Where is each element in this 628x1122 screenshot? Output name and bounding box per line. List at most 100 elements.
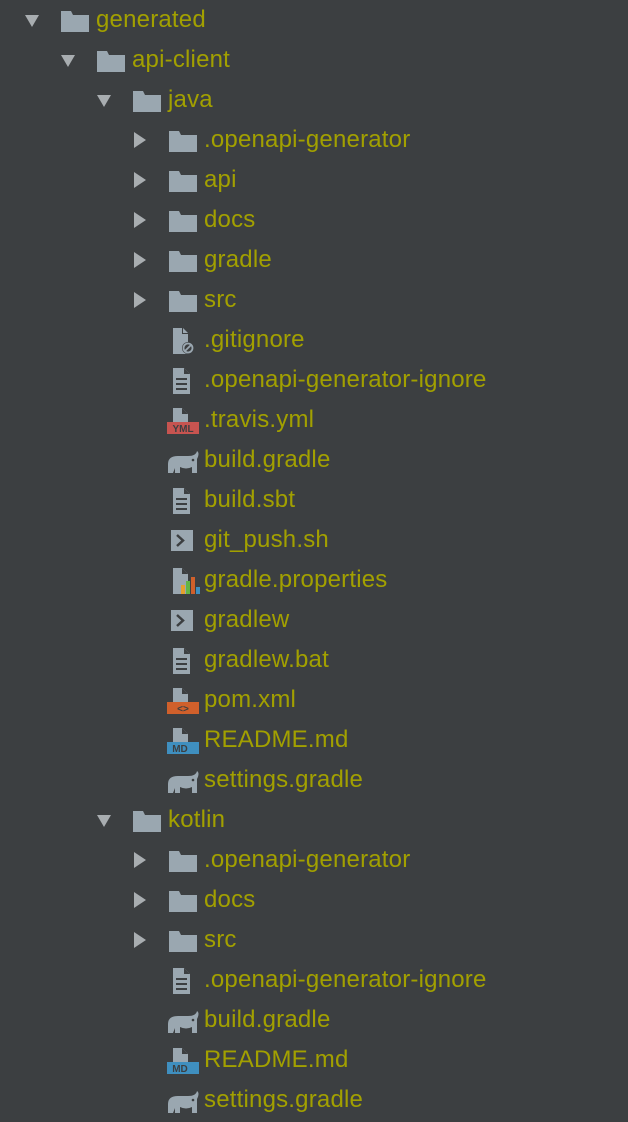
- markdown-file-icon: MD: [166, 1047, 199, 1075]
- gradle-elephant-icon: [166, 767, 199, 795]
- gradle-elephant-icon: [166, 1007, 199, 1035]
- folder-icon: [96, 47, 126, 75]
- folder-icon: [168, 847, 198, 875]
- tree-label: gradlew: [204, 606, 290, 633]
- yml-badge-text: YML: [172, 424, 193, 435]
- tree-label: docs: [204, 206, 256, 233]
- tree-label: build.sbt: [204, 486, 296, 513]
- markdown-file-icon: MD: [166, 727, 199, 755]
- tree-node-file[interactable]: YML .travis.yml: [0, 400, 628, 440]
- collapsed-arrow-icon[interactable]: [130, 890, 150, 910]
- tree-label: src: [204, 926, 237, 953]
- tree-node-folder[interactable]: .openapi-generator: [0, 840, 628, 880]
- collapsed-arrow-icon[interactable]: [130, 170, 150, 190]
- tree-node-file[interactable]: build.gradle: [0, 440, 628, 480]
- folder-icon: [168, 127, 198, 155]
- expanded-arrow-icon[interactable]: [22, 10, 42, 30]
- tree-label: .gitignore: [204, 326, 305, 353]
- tree-label: .openapi-generator: [204, 846, 411, 873]
- text-file-icon: [168, 647, 198, 675]
- collapsed-arrow-icon[interactable]: [130, 130, 150, 150]
- folder-icon: [168, 207, 198, 235]
- tree-label: .openapi-generator-ignore: [204, 966, 487, 993]
- collapsed-arrow-icon[interactable]: [130, 930, 150, 950]
- expanded-arrow-icon[interactable]: [94, 90, 114, 110]
- tree-label: src: [204, 286, 237, 313]
- tree-node-file[interactable]: <> pom.xml: [0, 680, 628, 720]
- folder-icon: [168, 927, 198, 955]
- tree-node-file[interactable]: MD README.md: [0, 1040, 628, 1080]
- gradle-elephant-icon: [166, 1087, 199, 1115]
- folder-icon: [132, 87, 162, 115]
- gitignore-file-icon: [168, 327, 198, 355]
- tree-node-file[interactable]: build.sbt: [0, 480, 628, 520]
- tree-node-java[interactable]: java: [0, 80, 628, 120]
- tree-node-folder[interactable]: docs: [0, 880, 628, 920]
- tree-node-folder[interactable]: src: [0, 280, 628, 320]
- tree-node-file[interactable]: .gitignore: [0, 320, 628, 360]
- tree-node-file[interactable]: .openapi-generator-ignore: [0, 360, 628, 400]
- tree-label: api-client: [132, 46, 231, 73]
- md-badge-text: MD: [172, 744, 188, 755]
- properties-file-icon: [168, 567, 200, 595]
- tree-label: generated: [96, 6, 206, 33]
- collapsed-arrow-icon[interactable]: [130, 290, 150, 310]
- expanded-arrow-icon[interactable]: [94, 810, 114, 830]
- folder-icon: [132, 807, 162, 835]
- tree-node-file[interactable]: settings.gradle: [0, 760, 628, 800]
- tree-node-file[interactable]: gradlew: [0, 600, 628, 640]
- project-tree: generated api-client java .openapi-gener…: [0, 0, 628, 1122]
- tree-label: settings.gradle: [204, 766, 364, 793]
- tree-node-api-client[interactable]: api-client: [0, 40, 628, 80]
- tree-label: kotlin: [168, 806, 226, 833]
- tree-label: .openapi-generator-ignore: [204, 366, 487, 393]
- collapsed-arrow-icon[interactable]: [130, 850, 150, 870]
- tree-node-kotlin[interactable]: kotlin: [0, 800, 628, 840]
- tree-label: git_push.sh: [204, 526, 329, 553]
- folder-icon: [60, 7, 90, 35]
- tree-node-folder[interactable]: .openapi-generator: [0, 120, 628, 160]
- tree-node-folder[interactable]: docs: [0, 200, 628, 240]
- folder-icon: [168, 167, 198, 195]
- folder-icon: [168, 247, 198, 275]
- shell-script-icon: [168, 607, 198, 635]
- tree-node-folder[interactable]: src: [0, 920, 628, 960]
- tree-node-file[interactable]: settings.gradle: [0, 1080, 628, 1120]
- tree-label: api: [204, 166, 237, 193]
- tree-node-file[interactable]: gradle.properties: [0, 560, 628, 600]
- shell-script-icon: [168, 527, 198, 555]
- tree-node-generated[interactable]: generated: [0, 0, 628, 40]
- text-file-icon: [168, 967, 198, 995]
- tree-label: build.gradle: [204, 1006, 331, 1033]
- tree-label: gradle: [204, 246, 272, 273]
- text-file-icon: [168, 367, 198, 395]
- tree-label: README.md: [204, 726, 349, 753]
- text-file-icon: [168, 487, 198, 515]
- tree-label: README.md: [204, 1046, 349, 1073]
- gradle-elephant-icon: [166, 447, 199, 475]
- tree-label: docs: [204, 886, 256, 913]
- folder-icon: [168, 287, 198, 315]
- tree-node-folder[interactable]: gradle: [0, 240, 628, 280]
- tree-node-file[interactable]: .openapi-generator-ignore: [0, 960, 628, 1000]
- tree-node-file[interactable]: gradlew.bat: [0, 640, 628, 680]
- tree-label: settings.gradle: [204, 1086, 364, 1113]
- tree-node-file[interactable]: git_push.sh: [0, 520, 628, 560]
- tree-label: gradle.properties: [204, 566, 388, 593]
- collapsed-arrow-icon[interactable]: [130, 250, 150, 270]
- md-badge-text: MD: [172, 1064, 188, 1075]
- tree-node-file[interactable]: MD README.md: [0, 720, 628, 760]
- yaml-file-icon: YML: [166, 407, 199, 435]
- expanded-arrow-icon[interactable]: [58, 50, 78, 70]
- tree-label: gradlew.bat: [204, 646, 329, 673]
- folder-icon: [168, 887, 198, 915]
- collapsed-arrow-icon[interactable]: [130, 210, 150, 230]
- tree-label: .openapi-generator: [204, 126, 411, 153]
- tree-label: pom.xml: [204, 686, 297, 713]
- tree-label: build.gradle: [204, 446, 331, 473]
- xml-badge-text: <>: [177, 704, 189, 715]
- tree-node-folder[interactable]: api: [0, 160, 628, 200]
- tree-label: .travis.yml: [204, 406, 315, 433]
- tree-label: java: [168, 86, 213, 113]
- tree-node-file[interactable]: build.gradle: [0, 1000, 628, 1040]
